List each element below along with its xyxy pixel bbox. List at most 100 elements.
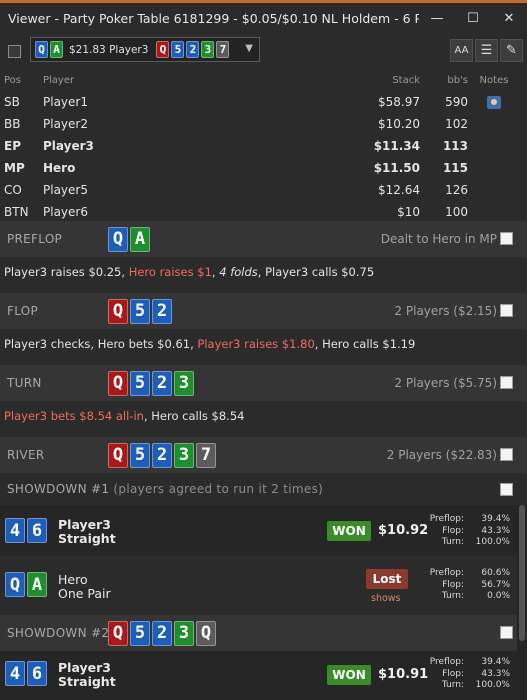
card-q: Q <box>108 226 128 252</box>
toolbar: Q A $21.83 Player3 Q 5 2 3 7 ▼ AA ☰ ✎ <box>0 33 527 69</box>
street-checkbox[interactable] <box>500 304 513 317</box>
player-pos: BTN <box>4 205 29 219</box>
action-text: , Hero calls $8.54 <box>143 409 245 423</box>
player-stack: $11.50 <box>373 161 420 175</box>
user-note-icon[interactable] <box>487 95 501 109</box>
showdown-row: Q A Hero One Pair Lost shows Preflop: 60.… <box>0 559 517 613</box>
card-q: Q <box>108 370 128 396</box>
player-bbs: 113 <box>442 139 468 153</box>
vertical-scrollbar[interactable] <box>517 505 527 700</box>
equity-value: 39.4% <box>481 514 510 524</box>
player-row[interactable]: MP Hero $11.50 115 <box>0 157 527 179</box>
player-pos: SB <box>4 95 20 109</box>
street-checkbox[interactable] <box>500 232 513 245</box>
card-4: 4 <box>5 661 25 686</box>
minimize-button[interactable]: — <box>419 3 455 33</box>
card-5: 5 <box>130 442 150 468</box>
action-text: , Hero calls $1.19 <box>314 337 416 351</box>
street-checkbox[interactable] <box>500 448 513 461</box>
list-icon[interactable]: ☰ <box>475 39 498 62</box>
street-name: PREFLOP <box>7 232 63 246</box>
street-info: 2 Players ($22.83) <box>386 448 497 462</box>
villain-action-text: Player3 bets $8.54 all-in <box>4 409 144 423</box>
card-5: 5 <box>130 620 150 646</box>
edit-icon[interactable]: ✎ <box>500 39 523 62</box>
card-2: 2 <box>186 41 200 58</box>
won-badge: WON <box>327 665 371 685</box>
equity-box: Preflop: 60.6% Flop: 56.7% Turn: 0.0% <box>424 568 510 603</box>
equity-label: Preflop: <box>429 657 464 667</box>
card-a: A <box>50 41 63 58</box>
equity-label: Preflop: <box>429 568 464 578</box>
action-text: Player3 raises $0.25, <box>4 265 129 279</box>
col-bbs-header: bb's <box>447 74 468 86</box>
player-row[interactable]: SB Player1 $58.97 590 <box>0 91 527 113</box>
street-info: Dealt to Hero in MP <box>380 232 497 246</box>
hand-selector-text: $21.83 Player3 <box>69 43 149 56</box>
equity-label: Flop: <box>442 525 464 536</box>
close-button[interactable]: ✕ <box>491 3 527 33</box>
showdown-name: SHOWDOWN #1 <box>7 482 110 496</box>
player-stack: $10 <box>397 205 420 219</box>
player-stack: $58.97 <box>378 95 420 109</box>
col-notes-header: Notes <box>479 74 509 86</box>
equity-value: 60.6% <box>481 568 510 578</box>
street-name: TURN <box>7 376 42 390</box>
equity-value: 43.3% <box>481 525 510 536</box>
col-player-header: Player <box>43 74 75 86</box>
action-text: , Player3 calls $0.75 <box>257 265 375 279</box>
showdown-hand: Straight <box>58 674 116 689</box>
street-checkbox[interactable] <box>500 483 513 496</box>
player-row[interactable]: CO Player5 $12.64 126 <box>0 179 527 201</box>
shows-label: shows <box>371 593 401 604</box>
player-name: Player6 <box>43 205 88 219</box>
player-row[interactable]: BTN Player6 $10 100 <box>0 201 527 223</box>
street-info: 2 Players ($2.15) <box>394 304 497 318</box>
card-q: Q <box>108 620 128 646</box>
player-name: Player2 <box>43 117 88 131</box>
card-q: Q <box>108 298 128 324</box>
turn-header: TURN Q 5 2 3 2 Players ($5.75) <box>0 365 527 401</box>
player-row[interactable]: EP Player3 $11.34 113 <box>0 135 527 157</box>
equity-value: 100.0% <box>475 680 510 690</box>
card-3: 3 <box>174 442 194 468</box>
player-pos: CO <box>4 183 22 197</box>
villain-action-text: Player3 raises $1.80 <box>197 337 315 351</box>
maximize-button[interactable]: ☐ <box>455 3 491 33</box>
player-stack: $10.20 <box>378 117 420 131</box>
scrollbar-thumb[interactable] <box>519 505 525 641</box>
player-name: Player3 <box>43 139 94 153</box>
showdown-note: (players agreed to run it 2 times) <box>113 482 324 496</box>
players-table: Pos Player Stack bb's Notes SB Player1 $… <box>0 69 527 223</box>
title-bar: Viewer - Party Poker Table 6181299 - $0.… <box>0 0 527 33</box>
equity-box: Preflop: 39.4% Flop: 43.3% Turn: 100.0% <box>424 657 510 692</box>
card-a: A <box>130 226 150 252</box>
equity-value: 56.7% <box>481 579 510 590</box>
player-bbs: 100 <box>445 205 468 219</box>
card-6: 6 <box>27 661 47 686</box>
showdown-row: 4 6 Player3 Straight WON $10.92 Preflop:… <box>0 505 517 556</box>
card-q: Q <box>5 572 25 597</box>
street-checkbox[interactable] <box>500 626 513 639</box>
street-checkbox[interactable] <box>500 376 513 389</box>
equity-label: Flop: <box>442 668 464 679</box>
select-hand-checkbox[interactable] <box>8 45 21 58</box>
player-row[interactable]: BB Player2 $10.20 102 <box>0 113 527 135</box>
preflop-header: PREFLOP Q A Dealt to Hero in MP <box>0 221 527 257</box>
window-title: Viewer - Party Poker Table 6181299 - $0.… <box>8 10 419 26</box>
card-7: 7 <box>216 41 230 58</box>
lost-badge: Lost <box>366 569 408 589</box>
hand-selector-dropdown[interactable]: Q A $21.83 Player3 Q 5 2 3 7 ▼ <box>30 37 260 62</box>
street-name: RIVER <box>7 448 45 462</box>
equity-label: Turn: <box>441 591 464 601</box>
card-3: 3 <box>174 620 194 646</box>
player-name: Player5 <box>43 183 88 197</box>
player-bbs: 102 <box>445 117 468 131</box>
font-size-button[interactable]: AA <box>450 39 473 62</box>
equity-value: 100.0% <box>475 537 510 547</box>
showdown2-header: SHOWDOWN #2 Q 5 2 3 Q <box>0 615 517 651</box>
player-bbs: 126 <box>445 183 468 197</box>
card-3: 3 <box>174 370 194 396</box>
preflop-actions: Player3 raises $0.25, Hero raises $1, 4 … <box>4 265 504 279</box>
player-name: Hero <box>43 161 76 175</box>
